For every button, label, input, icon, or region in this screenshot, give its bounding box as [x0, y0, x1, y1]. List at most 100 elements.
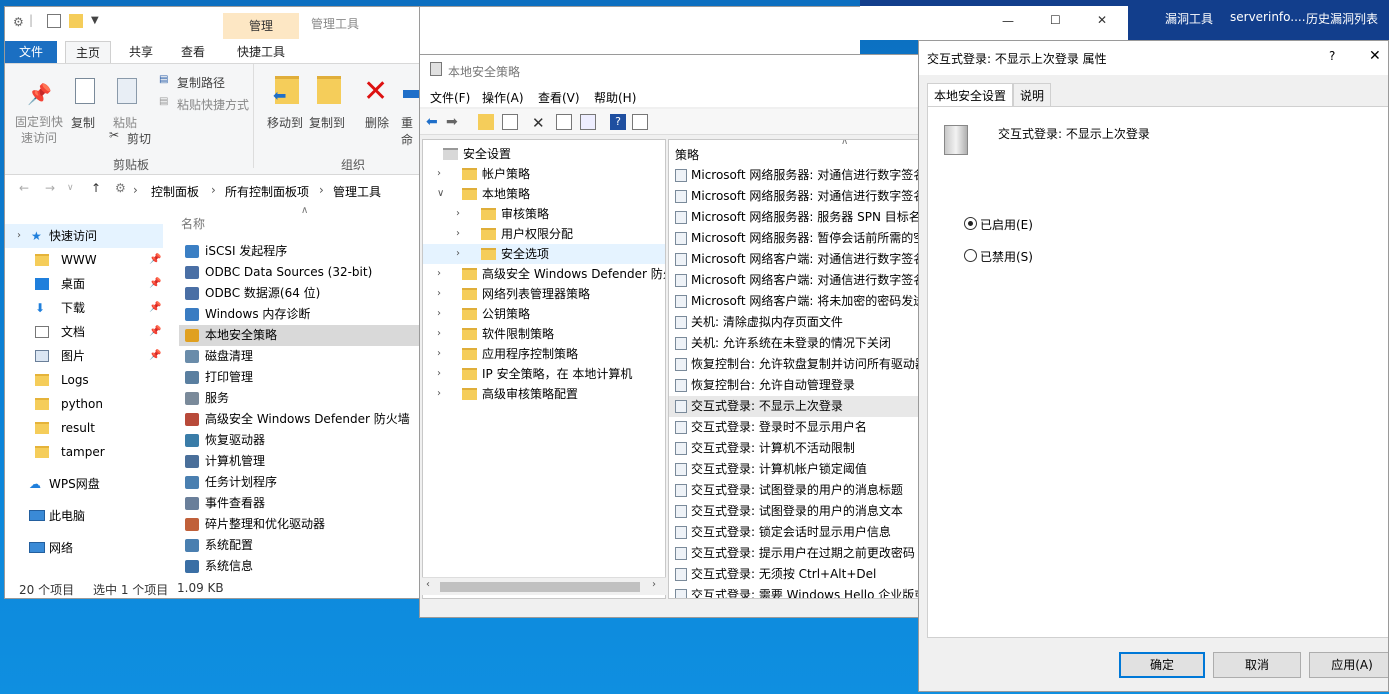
tree-item[interactable]: › 公钥策略 [423, 304, 665, 324]
tree-item[interactable]: › 帐户策略 [423, 164, 665, 184]
nav-this-pc[interactable]: 此电脑 [5, 504, 163, 528]
expand-arrow-icon[interactable]: › [437, 324, 441, 344]
breadcrumb-control-panel[interactable]: 控制面板 [151, 183, 199, 200]
nav-item-downloads[interactable]: ⬇ 下载 📌 [5, 296, 163, 320]
back-arrow-icon[interactable]: ⬅ [426, 114, 442, 130]
apply-button[interactable]: 应用(A) [1309, 652, 1388, 678]
expand-arrow-icon[interactable]: › [17, 224, 21, 248]
cut-button[interactable]: 剪切 [127, 130, 151, 147]
enabled-label[interactable]: 已启用(E) [980, 216, 1033, 233]
tab-local-security-setting[interactable]: 本地安全设置 [927, 83, 1014, 107]
file-row[interactable]: 系统配置 [179, 535, 419, 556]
pin-icon[interactable]: 📌 [149, 272, 161, 296]
tree-item[interactable]: › 高级安全 Windows Defender 防火墙 [423, 264, 665, 284]
policy-row[interactable]: Microsoft 网络服务器: 对通信进行数字签名 [669, 165, 918, 186]
tab-share[interactable]: 共享 [119, 41, 163, 63]
tree-item[interactable]: ∨ 本地策略 [423, 184, 665, 204]
tree-item[interactable]: › 网络列表管理器策略 [423, 284, 665, 304]
context-tab-manage[interactable]: 管理 [223, 13, 299, 39]
file-row[interactable]: 恢复驱动器 [179, 430, 419, 451]
properties-icon[interactable]: ⚙ [13, 15, 24, 29]
paste-shortcut-button[interactable]: 粘贴快捷方式 [177, 96, 249, 113]
nav-network[interactable]: 网络 [5, 536, 163, 560]
file-row[interactable]: Windows 内存诊断 [179, 304, 419, 325]
explorer-close-button[interactable]: ✕ [1097, 13, 1107, 27]
rename-button[interactable]: 重命 [401, 114, 419, 148]
file-row[interactable]: 计算机管理 [179, 451, 419, 472]
menu-action[interactable]: 操作(A) [482, 89, 524, 106]
disabled-radio[interactable] [964, 249, 977, 262]
breadcrumb-admin-tools[interactable]: 管理工具 [333, 183, 381, 200]
file-row[interactable]: 碎片整理和优化驱动器 [179, 514, 419, 535]
file-row[interactable]: 系统信息 [179, 556, 419, 577]
scrollbar-thumb[interactable] [440, 582, 640, 592]
pin-icon[interactable]: 📌 [149, 248, 161, 272]
tree-horizontal-scrollbar[interactable]: ‹ › [422, 577, 666, 595]
policy-row[interactable]: Microsoft 网络服务器: 服务器 SPN 目标名 [669, 207, 918, 228]
expand-arrow-icon[interactable]: › [437, 364, 441, 384]
nav-item-desktop[interactable]: 桌面 📌 [5, 272, 163, 296]
nav-item-documents[interactable]: 文档 📌 [5, 320, 163, 344]
expand-arrow-icon[interactable]: › [437, 304, 441, 324]
tab-explain[interactable]: 说明 [1013, 83, 1052, 107]
policy-row[interactable]: 恢复控制台: 允许软盘复制并访问所有驱动器 [669, 354, 918, 375]
properties-icon[interactable] [556, 114, 572, 130]
tab-file[interactable]: 文件 [5, 41, 57, 63]
forward-icon[interactable]: → [45, 181, 55, 195]
expand-arrow-icon[interactable]: › [437, 344, 441, 364]
up-icon[interactable]: ↑ [91, 181, 101, 195]
checkbox-icon[interactable] [47, 14, 61, 28]
tab-app-tools[interactable]: 快捷工具 [227, 41, 295, 63]
up-folder-icon[interactable] [478, 114, 494, 130]
policy-row[interactable]: Microsoft 网络客户端: 对通信进行数字签名 [669, 270, 918, 291]
policy-row[interactable]: 交互式登录: 提示用户在过期之前更改密码 [669, 543, 918, 564]
nav-item-www[interactable]: WWW 📌 [5, 248, 163, 272]
copy-button[interactable]: 复制 [71, 114, 95, 131]
policy-row[interactable]: 交互式登录: 登录时不显示用户名 [669, 417, 918, 438]
expand-arrow-icon[interactable]: › [437, 284, 441, 304]
recent-dropdown-icon[interactable]: ∨ [67, 183, 74, 193]
back-icon[interactable]: ← [19, 181, 29, 195]
policy-row[interactable]: 交互式登录: 计算机帐户锁定阈值 [669, 459, 918, 480]
policy-row[interactable]: 关机: 允许系统在未登录的情况下关闭 [669, 333, 918, 354]
file-row[interactable]: 本地安全策略 [179, 325, 419, 346]
tree-item[interactable]: › 安全选项 [423, 244, 665, 264]
pin-icon[interactable]: 📌 [149, 344, 161, 368]
qat-dropdown-icon[interactable]: ▼ [91, 15, 99, 26]
dialog-close-button[interactable]: ✕ [1369, 48, 1381, 64]
file-row[interactable]: 打印管理 [179, 367, 419, 388]
menu-view[interactable]: 查看(V) [538, 89, 580, 106]
nav-quick-access[interactable]: › ★ 快速访问 [5, 224, 163, 248]
policy-row[interactable]: 交互式登录: 试图登录的用户的消息标题 [669, 480, 918, 501]
new-folder-icon[interactable] [69, 14, 83, 28]
file-row[interactable]: ODBC 数据源(64 位) [179, 283, 419, 304]
expand-arrow-icon[interactable]: › [456, 204, 460, 224]
expand-arrow-icon[interactable]: › [456, 244, 460, 264]
taskbar-item-vuln-tools[interactable]: 漏洞工具 [1165, 10, 1213, 27]
policy-row[interactable]: 交互式登录: 无须按 Ctrl+Alt+Del [669, 564, 918, 585]
policy-row[interactable]: Microsoft 网络客户端: 将未加密的密码发送 [669, 291, 918, 312]
tree-item[interactable]: › IP 安全策略，在 本地计算机 [423, 364, 665, 384]
help-button[interactable]: ? [1329, 49, 1335, 63]
menu-file[interactable]: 文件(F) [430, 89, 470, 106]
breadcrumb-all-items[interactable]: 所有控制面板项 [225, 183, 309, 200]
tree-item[interactable]: › 高级审核策略配置 [423, 384, 665, 404]
copy-path-button[interactable]: 复制路径 [177, 74, 225, 91]
menu-help[interactable]: 帮助(H) [594, 89, 636, 106]
taskbar-item-serverinfo[interactable]: serverinfo.... [1230, 10, 1306, 24]
forward-arrow-icon[interactable]: ➡ [446, 114, 462, 130]
console-tree-icon[interactable] [632, 114, 648, 130]
nav-item-result[interactable]: result [5, 416, 163, 440]
file-row[interactable]: 磁盘清理 [179, 346, 419, 367]
policy-row[interactable]: 交互式登录: 不显示上次登录 [669, 396, 918, 417]
ok-button[interactable]: 确定 [1119, 652, 1205, 678]
policy-row[interactable]: 交互式登录: 计算机不活动限制 [669, 438, 918, 459]
policy-row[interactable]: 恢复控制台: 允许自动管理登录 [669, 375, 918, 396]
delete-icon[interactable]: ✕ [532, 114, 548, 132]
file-row[interactable]: 高级安全 Windows Defender 防火墙 [179, 409, 419, 430]
expand-arrow-icon[interactable]: › [456, 224, 460, 244]
pin-icon[interactable]: 📌 [149, 296, 161, 320]
explorer-minimize-button[interactable]: — [1002, 14, 1014, 28]
policy-row[interactable]: 交互式登录: 需要 Windows Hello 企业版或 [669, 585, 918, 598]
enabled-radio[interactable] [964, 217, 977, 230]
